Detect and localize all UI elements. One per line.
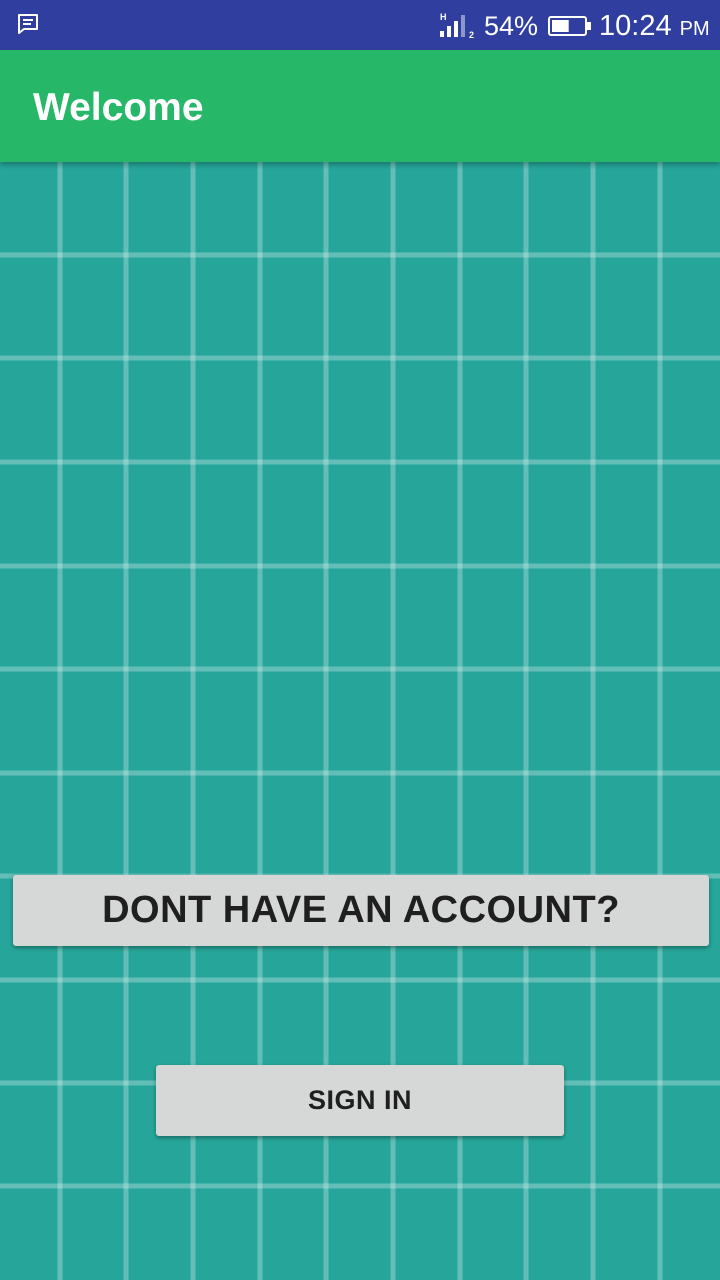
svg-text:H: H — [440, 13, 447, 22]
svg-text:2: 2 — [469, 30, 474, 39]
battery-icon — [548, 16, 591, 36]
screen: H 2 54% 10:24 PM Welcome DONT HAVE AN AC… — [0, 0, 720, 1280]
sign-in-button[interactable]: SIGN IN — [156, 1065, 564, 1136]
app-bar: Welcome — [0, 50, 720, 162]
status-clock: 10:24 PM — [599, 8, 710, 47]
status-bar: H 2 54% 10:24 PM — [0, 0, 720, 50]
battery-percent: 54% — [484, 11, 539, 41]
clock-time: 10:24 — [599, 10, 672, 42]
message-icon — [18, 14, 38, 34]
clock-ampm: PM — [679, 18, 710, 40]
signal-icon: H 2 — [440, 13, 474, 39]
dont-have-account-button[interactable]: DONT HAVE AN ACCOUNT? — [13, 875, 709, 946]
page-title: Welcome — [33, 86, 204, 129]
